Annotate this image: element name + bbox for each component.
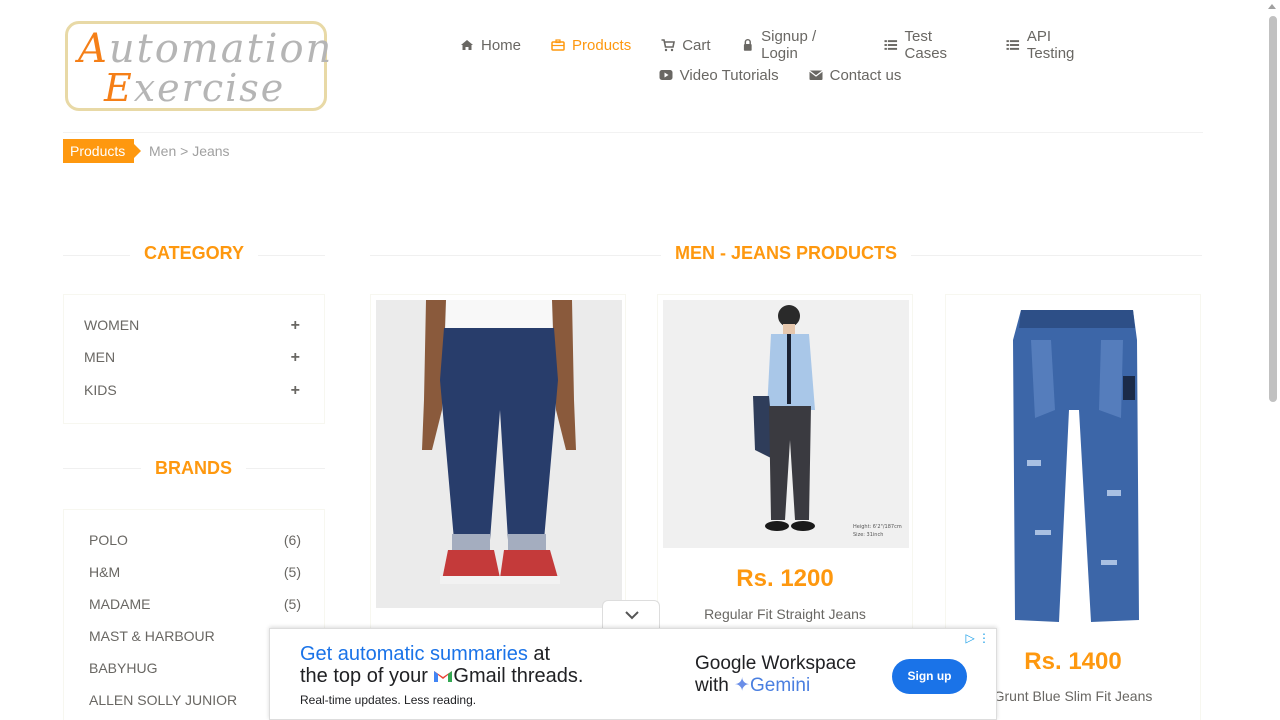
category-kids[interactable]: KIDS + [84,382,300,400]
brand-polo[interactable]: POLO (6) [89,532,301,548]
ad-banner[interactable]: ▷ ⋮ Get automatic summaries at the top o… [269,628,997,720]
category-men[interactable]: MEN + [84,349,300,367]
youtube-icon [659,70,673,80]
scrollbar-thumb[interactable] [1269,16,1277,402]
cart-icon [661,39,676,52]
breadcrumb-path: Men > Jeans [149,143,230,159]
header-divider [63,132,1203,133]
chevron-down-icon [625,611,639,620]
nav-api-testing[interactable]: API Testing [1006,28,1100,62]
plus-icon[interactable]: + [291,349,300,367]
photo-note-size: Size: 31inch [853,532,883,538]
nav-video-tutorials[interactable]: Video Tutorials [659,67,779,84]
ad-signup-button[interactable]: Sign up [892,659,967,694]
gemini-spark-icon: ✦ [734,675,750,696]
jeans-model-image [376,300,622,608]
brand-hm[interactable]: H&M (5) [89,564,301,580]
product-image[interactable] [376,300,622,608]
envelope-icon [808,70,823,80]
product-price: Rs. 1200 [736,565,834,592]
product-image[interactable]: Height: 6'2"/187cm Size: 31inch [663,300,909,548]
site-logo[interactable]: Automation Exercise [65,21,331,111]
nav-cart[interactable]: Cart [661,37,711,54]
scroll-up-arrow[interactable] [1268,4,1276,9]
ad-choices-icon[interactable]: ▷ ⋮ [965,631,990,645]
jeans-product-image [951,300,1197,630]
plus-icon[interactable]: + [291,317,300,335]
page-scrollbar[interactable] [1265,0,1280,720]
main-nav: Home Products Cart Signup / Login Test C… [460,28,1100,90]
nav-contact-us[interactable]: Contact us [808,67,901,84]
photo-note-height: Height: 6'2"/187cm [853,524,902,530]
ad-collapse-button[interactable] [602,600,660,629]
nav-signup-login[interactable]: Signup / Login [741,28,854,62]
products-title: Men - Jeans Products [661,243,912,264]
briefcase-icon [551,39,565,51]
category-women[interactable]: WOMEN + [84,317,300,335]
breadcrumb-products[interactable]: Products [63,139,142,163]
category-panel: WOMEN + MEN + KIDS + [63,294,325,424]
brand-madame[interactable]: MADAME (5) [89,596,301,612]
list-icon [884,40,898,50]
ad-brand: Google Workspace with ✦Gemini [695,653,857,696]
nav-test-cases[interactable]: Test Cases [884,28,976,62]
ad-headline: Get automatic summaries at the top of yo… [300,643,584,687]
jeans-model-image: Height: 6'2"/187cm Size: 31inch [663,300,909,548]
list-icon [1006,40,1020,50]
plus-icon[interactable]: + [291,382,300,400]
nav-products[interactable]: Products [551,37,631,54]
lock-icon [743,38,752,51]
product-name: Regular Fit Straight Jeans [704,606,866,622]
logo-line-2: Exercise [104,66,286,110]
home-icon [461,40,473,50]
category-title: Category [130,243,259,264]
gmail-icon [434,671,453,682]
ad-subtext: Real-time updates. Less reading. [300,693,477,707]
product-image[interactable] [951,300,1197,630]
brands-title: Brands [141,458,247,479]
nav-home[interactable]: Home [460,37,521,54]
